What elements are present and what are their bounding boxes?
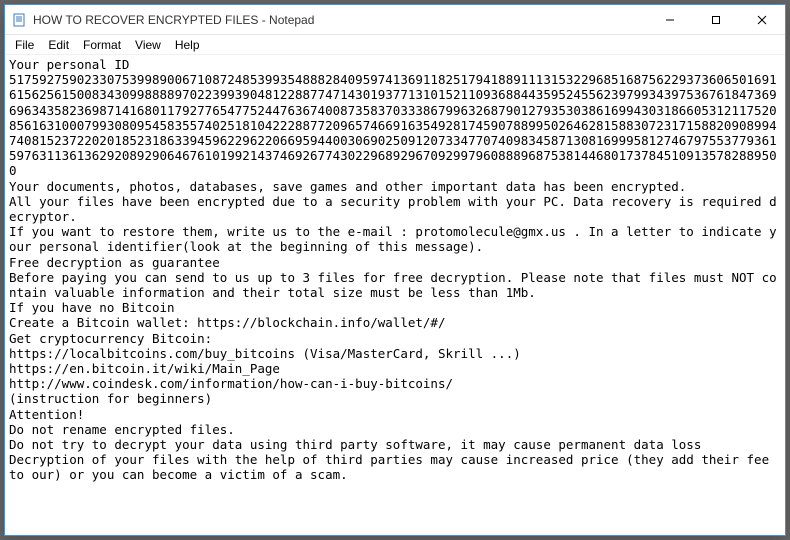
menu-edit[interactable]: Edit	[42, 37, 75, 53]
body-line: Do not try to decrypt your data using th…	[9, 437, 781, 452]
body-line: Get cryptocurrency Bitcoin:	[9, 331, 781, 346]
close-icon	[757, 15, 767, 25]
menu-help[interactable]: Help	[169, 37, 206, 53]
body-line: Your documents, photos, databases, save …	[9, 179, 781, 194]
menubar: File Edit Format View Help	[5, 35, 785, 55]
titlebar[interactable]: HOW TO RECOVER ENCRYPTED FILES - Notepad	[5, 5, 785, 35]
body-line: http://www.coindesk.com/information/how-…	[9, 376, 781, 391]
minimize-button[interactable]	[647, 5, 693, 35]
menu-file[interactable]: File	[9, 37, 40, 53]
notepad-icon	[11, 12, 27, 28]
body-line: https://en.bitcoin.it/wiki/Main_Page	[9, 361, 781, 376]
window-title: HOW TO RECOVER ENCRYPTED FILES - Notepad	[33, 13, 314, 27]
body-line: Attention!	[9, 407, 781, 422]
body-line: Before paying you can send to us up to 3…	[9, 270, 781, 300]
body-line: Do not rename encrypted files.	[9, 422, 781, 437]
notepad-window: HOW TO RECOVER ENCRYPTED FILES - Notepad…	[4, 4, 786, 536]
body-line: (instruction for beginners)	[9, 391, 781, 406]
personal-id-value: 5175927590233075399890067108724853993548…	[9, 72, 781, 178]
body-line: Create a Bitcoin wallet: https://blockch…	[9, 315, 781, 330]
maximize-button[interactable]	[693, 5, 739, 35]
close-button[interactable]	[739, 5, 785, 35]
body-line: All your files have been encrypted due t…	[9, 194, 781, 224]
minimize-icon	[665, 15, 675, 25]
body-line: Decryption of your files with the help o…	[9, 452, 781, 482]
body-line: If you want to restore them, write us to…	[9, 224, 781, 254]
menu-view[interactable]: View	[129, 37, 167, 53]
body-line: If you have no Bitcoin	[9, 300, 781, 315]
body-line: Free decryption as guarantee	[9, 255, 781, 270]
menu-format[interactable]: Format	[77, 37, 127, 53]
maximize-icon	[711, 15, 721, 25]
body-line: https://localbitcoins.com/buy_bitcoins (…	[9, 346, 781, 361]
text-area[interactable]: Your personal ID517592759023307539989006…	[5, 55, 785, 535]
personal-id-label: Your personal ID	[9, 57, 781, 72]
